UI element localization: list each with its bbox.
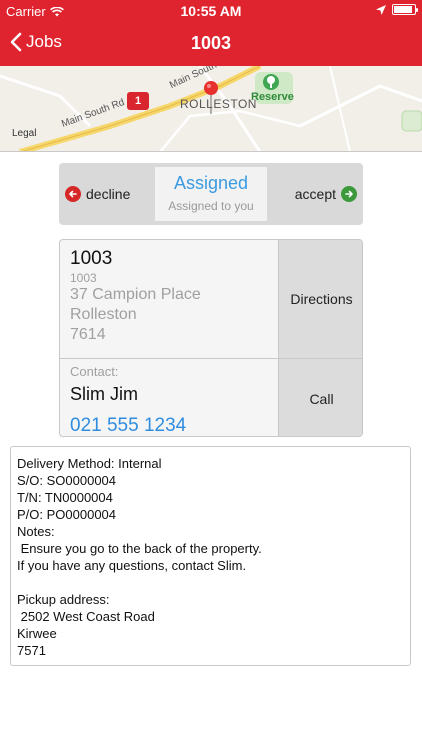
job-number: 1003: [70, 248, 113, 269]
battery-icon: [392, 4, 418, 15]
decline-label: decline: [86, 186, 131, 202]
job-details-card: 1003 1003 37 Campion Place Rolleston 761…: [59, 239, 363, 437]
contact-name: Slim Jim: [70, 384, 138, 404]
page-title: 1003: [190, 33, 232, 53]
contact-phone-link[interactable]: 021 555 1234: [70, 415, 268, 436]
address-line2: Rolleston: [70, 306, 137, 323]
decline-arrow-icon: [65, 186, 81, 202]
location-arrow-icon: [376, 4, 386, 15]
map-view[interactable]: Main South Main South Rd 1 ROLLESTON Res…: [0, 66, 422, 152]
accept-button[interactable]: accept: [267, 167, 357, 221]
status-bar: Carrier 10:55 AM: [0, 0, 422, 22]
decline-button[interactable]: decline: [65, 167, 155, 221]
clock: 10:55 AM: [180, 3, 242, 19]
address-line1: 37 Campion Place: [70, 286, 201, 303]
highway-number: 1: [134, 95, 142, 107]
job-status-control: decline Assigned Assigned to you accept: [59, 163, 363, 225]
status-display: Assigned Assigned to you: [155, 167, 267, 221]
call-label: Call: [309, 390, 334, 407]
call-button[interactable]: Call: [278, 358, 362, 436]
accept-arrow-icon: [341, 186, 357, 202]
job-reference: 1003: [70, 271, 97, 285]
directions-label: Directions: [290, 291, 353, 307]
battery-fill: [394, 6, 412, 13]
job-address-section: 1003 1003 37 Campion Place Rolleston 761…: [60, 240, 278, 358]
accept-label: accept: [294, 186, 336, 202]
status-label: Assigned: [173, 173, 249, 193]
contact-label: Contact:: [70, 364, 119, 379]
address-postcode: 7614: [70, 326, 106, 343]
status-subtitle: Assigned to you: [168, 199, 254, 213]
directions-button[interactable]: Directions: [278, 240, 362, 358]
delivery-notes: Delivery Method: Internal S/O: SO0000004…: [10, 446, 411, 666]
status-indicators: [376, 4, 418, 15]
contact-section: Contact: Slim Jim 021 555 1234: [60, 358, 278, 436]
map-legal-link[interactable]: Legal: [12, 128, 36, 139]
map-town-label: ROLLESTON: [180, 97, 257, 111]
park-tree-icon: [263, 74, 279, 90]
highway-shield: 1: [127, 92, 149, 110]
navigation-bar: Jobs 1003: [0, 22, 422, 66]
map-reserve-label: Reserve: [251, 91, 294, 103]
